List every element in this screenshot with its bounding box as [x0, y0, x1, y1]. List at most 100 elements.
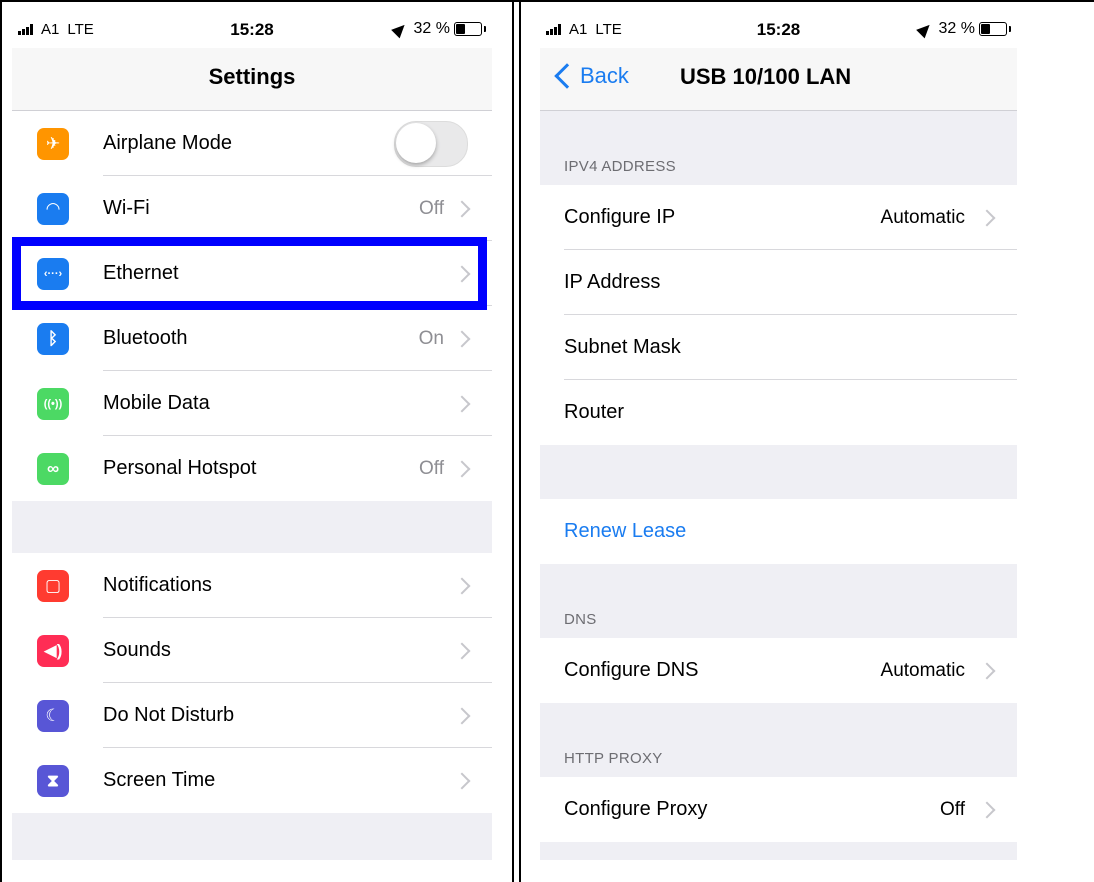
- settings-row-mobile-data[interactable]: ((•)) Mobile Data: [12, 371, 492, 436]
- chevron-right-icon: [453, 460, 471, 477]
- row-label: Screen Time: [103, 769, 216, 791]
- chevron-left-icon: [554, 63, 580, 89]
- section-header-label: IPV4 ADDRESS: [564, 158, 676, 175]
- section-header-label: HTTP PROXY: [564, 750, 663, 767]
- notifications-icon: ▢: [37, 569, 69, 602]
- battery-icon: [979, 22, 1011, 36]
- chevron-right-icon: [453, 395, 471, 412]
- page-title: USB 10/100 LAN: [680, 64, 852, 89]
- chevron-right-icon: [453, 642, 471, 659]
- row-label: Configure IP: [564, 206, 676, 228]
- settings-list: ✈ Airplane Mode ◠ Wi-Fi Off ‹···› Ethernet ᛒ Blu…: [12, 111, 492, 860]
- frame-left-line: [0, 0, 2, 882]
- row-label: Ethernet: [103, 262, 179, 284]
- airplane-icon: ✈: [37, 127, 69, 160]
- row-label: Sounds: [103, 639, 171, 661]
- chevron-right-icon: [978, 801, 996, 818]
- chevron-right-icon: [453, 772, 471, 789]
- antenna-icon: ((•)): [37, 387, 69, 420]
- ipv4-group: Configure IP Automatic IP Address Subnet Ma…: [540, 185, 1017, 445]
- chevron-right-icon: [978, 662, 996, 679]
- settings-screen: A1 LTE 15:28 32 % Settings ✈ Airplane Mod…: [12, 12, 492, 860]
- row-label: Router: [564, 401, 625, 423]
- row-value: On: [418, 327, 444, 349]
- row-label: Wi-Fi: [103, 197, 150, 219]
- chevron-right-icon: [453, 577, 471, 594]
- settings-row-sounds[interactable]: ◀) Sounds: [12, 618, 492, 683]
- settings-row-bluetooth[interactable]: ᛒ Bluetooth On: [12, 306, 492, 371]
- row-value: Automatic: [880, 206, 965, 228]
- row-label: Airplane Mode: [103, 132, 232, 154]
- renew-lease-button[interactable]: Renew Lease: [540, 499, 1017, 564]
- chevron-right-icon: [453, 707, 471, 724]
- status-bar: A1 LTE 15:28 32 %: [12, 12, 492, 48]
- speaker-icon: ◀): [37, 634, 69, 667]
- frame-divider-line-2: [519, 0, 521, 882]
- airplane-mode-toggle[interactable]: [394, 120, 468, 167]
- renew-lease-label: Renew Lease: [564, 520, 687, 542]
- row-label: Subnet Mask: [564, 336, 681, 358]
- toggle-knob: [396, 122, 436, 163]
- bluetooth-icon: ᛒ: [37, 322, 69, 355]
- row-label: Personal Hotspot: [103, 457, 257, 479]
- chevron-right-icon: [453, 200, 471, 217]
- chevron-right-icon: [453, 330, 471, 347]
- settings-row-personal-hotspot[interactable]: ∞ Personal Hotspot Off: [12, 436, 492, 501]
- back-label: Back: [580, 63, 629, 88]
- nav-bar: Settings: [12, 48, 492, 111]
- chevron-right-icon: [978, 209, 996, 226]
- settings-row-screen-time[interactable]: ⧗ Screen Time: [12, 748, 492, 813]
- settings-row-do-not-disturb[interactable]: ☾ Do Not Disturb: [12, 683, 492, 748]
- wifi-icon: ◠: [37, 192, 69, 225]
- section-header-label: DNS: [564, 611, 597, 628]
- settings-row-airplane-mode[interactable]: ✈ Airplane Mode: [12, 111, 492, 176]
- row-value: Off: [940, 798, 965, 820]
- row-label: Do Not Disturb: [103, 704, 235, 726]
- section-header-proxy: HTTP PROXY: [540, 703, 1017, 777]
- settings-row-ethernet[interactable]: ‹···› Ethernet: [12, 241, 492, 306]
- router-row: Router: [540, 380, 1017, 445]
- nav-bar: Back USB 10/100 LAN: [540, 48, 1017, 111]
- frame-divider-line: [512, 0, 514, 882]
- moon-icon: ☾: [37, 699, 69, 732]
- settings-group-notifications: ▢ Notifications ◀) Sounds ☾ Do Not Disturb ⧗ Sc…: [12, 553, 492, 813]
- hotspot-icon: ∞: [37, 452, 69, 485]
- battery-percent: 32 %: [413, 20, 450, 37]
- section-header-ipv4: IPV4 ADDRESS: [540, 111, 1017, 185]
- status-right: 32 %: [390, 20, 486, 38]
- location-icon: [915, 20, 934, 38]
- battery-icon: [454, 22, 486, 36]
- row-label: IP Address: [564, 271, 661, 293]
- row-label: Configure DNS: [564, 659, 699, 681]
- usb-lan-screen: A1 LTE 15:28 32 % Back USB 10/100 LAN IP…: [540, 12, 1017, 860]
- row-value: Off: [419, 457, 444, 479]
- hourglass-icon: ⧗: [37, 764, 69, 797]
- lan-settings-list: IPV4 ADDRESS Configure IP Automatic IP Add…: [540, 111, 1017, 860]
- row-label: Mobile Data: [103, 392, 210, 414]
- location-icon: [390, 20, 409, 38]
- section-header-dns: DNS: [540, 564, 1017, 638]
- settings-row-notifications[interactable]: ▢ Notifications: [12, 553, 492, 618]
- frame-top-line: [0, 0, 1094, 2]
- configure-ip-row[interactable]: Configure IP Automatic: [540, 185, 1017, 250]
- configure-proxy-row[interactable]: Configure Proxy Off: [540, 777, 1017, 842]
- chevron-right-icon: [453, 265, 471, 282]
- ip-address-row: IP Address: [540, 250, 1017, 315]
- row-value: Automatic: [880, 659, 965, 681]
- status-right: 32 %: [915, 20, 1011, 38]
- row-label: Configure Proxy: [564, 798, 708, 820]
- configure-dns-row[interactable]: Configure DNS Automatic: [540, 638, 1017, 703]
- page-title: Settings: [208, 64, 296, 89]
- status-bar: A1 LTE 15:28 32 %: [540, 12, 1017, 48]
- ethernet-icon: ‹···›: [37, 257, 69, 290]
- back-button[interactable]: Back: [554, 63, 629, 89]
- battery-percent: 32 %: [938, 20, 975, 37]
- settings-group-connectivity: ✈ Airplane Mode ◠ Wi-Fi Off ‹···› Ethernet ᛒ Blu…: [12, 111, 492, 501]
- subnet-mask-row: Subnet Mask: [540, 315, 1017, 380]
- settings-row-wi-fi[interactable]: ◠ Wi-Fi Off: [12, 176, 492, 241]
- row-value: Off: [419, 197, 444, 219]
- row-label: Bluetooth: [103, 327, 188, 349]
- row-label: Notifications: [103, 574, 212, 596]
